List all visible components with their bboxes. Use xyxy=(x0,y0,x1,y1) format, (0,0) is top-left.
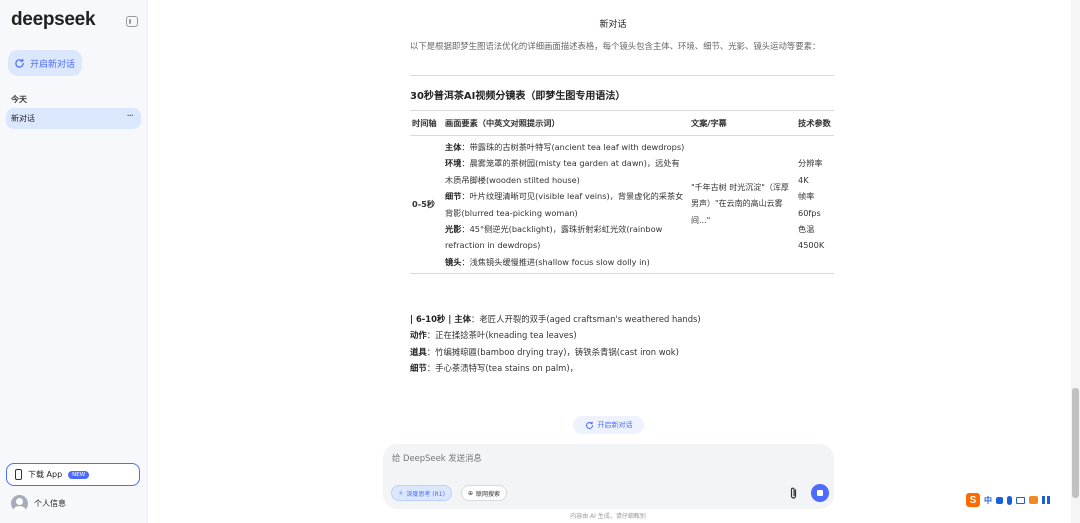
microphone-icon[interactable] xyxy=(1007,495,1012,505)
keyboard-icon[interactable] xyxy=(1016,496,1025,504)
deep-think-icon: ⚛ xyxy=(398,489,404,497)
profile-button[interactable]: 个人信息 xyxy=(11,495,66,512)
web-search-toggle[interactable]: ⊕ 联网搜索 xyxy=(461,485,508,501)
ime-toolbar[interactable]: S 中 xyxy=(966,491,1078,509)
deepseek-logo[interactable]: deepseek xyxy=(11,9,96,31)
divider xyxy=(410,75,834,76)
new-badge: NEW xyxy=(68,470,90,479)
continuation-line: 细节：手心茶渍特写(tea stains on palm)， xyxy=(410,362,578,373)
tech-cell: 分辨率 4K 帧率 60fps 色温 4500K xyxy=(796,135,834,275)
phone-icon xyxy=(15,469,22,480)
attachment-icon[interactable] xyxy=(789,486,798,500)
copy-cell: "千年古树 时光沉淀"（浑厚男声）"在云南的高山云雾间..." xyxy=(689,135,796,275)
element-line: 镜头：浅焦镜头缓慢推进(shallow focus slow dolly in) xyxy=(445,256,650,267)
deep-think-toggle[interactable]: ⚛ 深度思考 (R1) xyxy=(391,485,452,501)
skin-icon[interactable] xyxy=(1029,496,1038,504)
section-label-today: 今天 xyxy=(11,95,27,104)
continuation-line: 道具：竹编摊晾匾(bamboo drying tray)，铸铁杀青锅(cast … xyxy=(410,346,679,357)
intro-text: 以下是根据即梦生图语法优化的详细画面描述表格，每个镜头包含主体、环境、细节、光影… xyxy=(410,41,821,51)
stop-button[interactable] xyxy=(811,484,829,502)
ime-language[interactable]: 中 xyxy=(984,495,992,506)
scrollbar-thumb[interactable] xyxy=(1072,388,1079,498)
tech-value: 60fps xyxy=(798,207,821,218)
header-tech: 技术参数 xyxy=(796,110,834,136)
element-line: 光影：45°侧逆光(backlight)，露珠折射彩虹光效(rainbow re… xyxy=(445,224,663,251)
globe-icon: ⊕ xyxy=(468,489,474,497)
sogou-logo-icon[interactable]: S xyxy=(966,493,980,507)
header-elements: 画面要素（中英文对照提示词） xyxy=(443,110,689,136)
element-line: 细节：叶片纹理清晰可见(visible leaf veins)，背景虚化的采茶女… xyxy=(445,191,684,218)
scrollbar[interactable] xyxy=(1071,0,1080,523)
deep-think-label: 深度思考 (R1) xyxy=(406,490,445,498)
continuation-line: 动作：正在揉捻茶叶(kneading tea leaves) xyxy=(410,330,577,341)
continuation-line: | 6-10秒 | 主体：老匠人开裂的双手(aged craftsman's w… xyxy=(410,314,701,324)
continuation-text: | 6-10秒 | 主体：老匠人开裂的双手(aged craftsman's w… xyxy=(410,311,834,376)
table-header-row: 时间轴 画面要素（中英文对照提示词） 文案/字幕 技术参数 xyxy=(410,110,834,136)
tech-value: 4K xyxy=(798,174,809,185)
toolbox-icon[interactable] xyxy=(1042,496,1050,504)
history-item[interactable]: 新对话 ··· xyxy=(6,108,141,129)
time-cell: 0-5秒 xyxy=(410,135,443,275)
new-chat-pill-button[interactable]: 开启新对话 xyxy=(573,416,644,434)
collapse-sidebar-icon[interactable] xyxy=(126,16,138,27)
download-app-label: 下载 App xyxy=(28,470,63,479)
history-item-label: 新对话 xyxy=(11,114,35,123)
tech-value: 色温 xyxy=(798,224,815,235)
profile-label: 个人信息 xyxy=(34,499,66,508)
disclaimer: 内容由 AI 生成，请仔细甄别 xyxy=(570,513,646,520)
storyboard-table: 时间轴 画面要素（中英文对照提示词） 文案/字幕 技术参数 0-5秒 主体：带露… xyxy=(410,110,834,275)
chat-title: 新对话 xyxy=(599,20,627,30)
more-options-icon[interactable]: ··· xyxy=(126,111,133,122)
header-time: 时间轴 xyxy=(410,110,443,136)
header-copy: 文案/字幕 xyxy=(689,110,796,136)
new-chat-icon xyxy=(15,58,24,68)
tech-value: 4500K xyxy=(798,240,825,251)
element-line: 主体：带露珠的古树茶叶特写(ancient tea leaf with dewd… xyxy=(445,142,685,152)
download-app-button[interactable]: 下载 App NEW xyxy=(6,463,140,486)
table-row: 0-5秒 主体：带露珠的古树茶叶特写(ancient tea leaf with… xyxy=(410,135,834,275)
elements-cell: 主体：带露珠的古树茶叶特写(ancient tea leaf with dewd… xyxy=(443,135,689,275)
tech-value: 分辨率 xyxy=(798,158,823,169)
refresh-icon xyxy=(585,421,593,429)
composer: ⚛ 深度思考 (R1) ⊕ 联网搜索 xyxy=(383,444,834,509)
message-input[interactable] xyxy=(392,453,692,463)
table-heading: 30秒普洱茶AI视频分镜表（即梦生图专用语法） xyxy=(410,91,626,102)
punctuation-icon[interactable] xyxy=(996,496,1003,504)
new-chat-button[interactable]: 开启新对话 xyxy=(8,50,82,76)
web-search-label: 联网搜索 xyxy=(476,490,501,498)
element-line: 环境：晨雾笼罩的茶树园(misty tea garden at dawn)，远处… xyxy=(445,158,680,185)
new-chat-label: 开启新对话 xyxy=(30,59,76,70)
sidebar: deepseek 开启新对话 今天 新对话 ··· 下载 App NEW 个人信… xyxy=(0,0,148,523)
tech-value: 帧率 xyxy=(798,191,815,202)
new-chat-pill-label: 开启新对话 xyxy=(597,421,633,429)
avatar xyxy=(11,495,28,512)
